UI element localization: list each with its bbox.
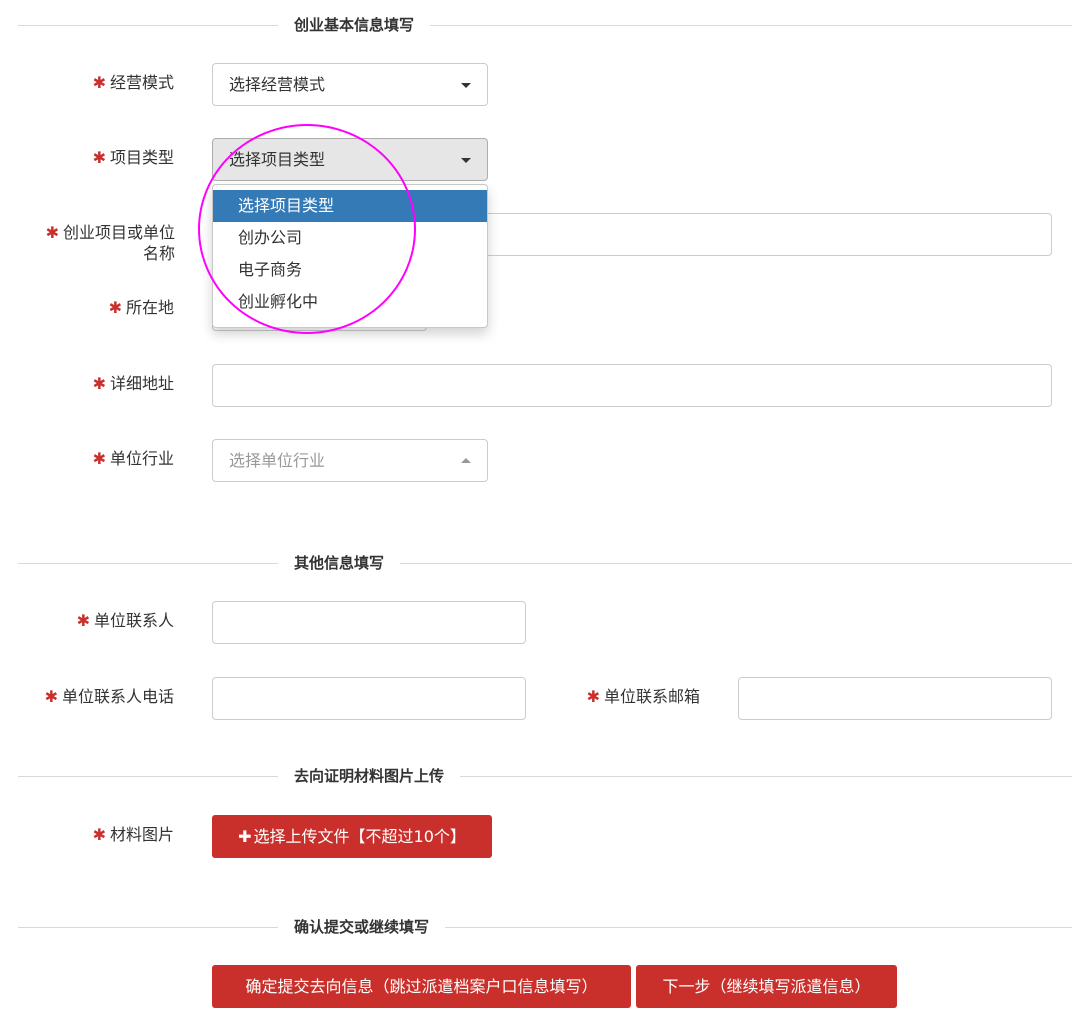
project-type-value: 选择项目类型 [229,150,326,169]
industry-placeholder: 选择单位行业 [229,451,326,470]
project-type-select[interactable]: 选择项目类型 [212,138,488,181]
plus-icon: ✚ [238,827,252,846]
required-mark: ✱ [92,148,106,167]
industry-label: ✱ 单位行业 [92,449,174,468]
business-mode-value: 选择经营模式 [229,75,326,94]
submit-skip-button[interactable]: 确定提交去向信息（跳过派遣档案户口信息填写） [212,965,631,1008]
required-mark: ✱ [76,611,90,630]
project-name-label: ✱ 创业项目或单位名称 [45,223,175,263]
required-mark: ✱ [108,298,122,317]
section-upload-divider: 去向证明材料图片上传 [18,765,1072,787]
caret-up-icon [461,458,471,463]
required-mark: ✱ [44,687,58,706]
project-type-dropdown: 选择项目类型 创办公司 电子商务 创业孵化中 [212,184,488,328]
contact-label: ✱ 单位联系人 [76,611,174,630]
business-mode-label: ✱ 经营模式 [92,73,174,92]
caret-down-icon [461,158,471,163]
required-mark: ✱ [92,374,106,393]
required-mark: ✱ [586,687,600,706]
section-title-other: 其他信息填写 [278,552,401,574]
required-mark: ✱ [92,825,106,844]
contact-email-input[interactable] [738,677,1052,720]
section-title-upload: 去向证明材料图片上传 [278,765,461,787]
contact-phone-label: ✱ 单位联系人电话 [44,687,174,706]
materials-label: ✱ 材料图片 [92,825,174,844]
caret-down-icon [461,83,471,88]
section-basic-divider: 创业基本信息填写 [18,14,1072,36]
project-type-option[interactable]: 创业孵化中 [213,286,487,318]
project-type-option[interactable]: 选择项目类型 [213,190,487,222]
required-mark: ✱ [92,449,106,468]
section-confirm-divider: 确认提交或继续填写 [18,916,1072,938]
address-label: ✱ 详细地址 [92,374,174,393]
project-type-option[interactable]: 电子商务 [213,254,487,286]
required-mark: ✱ [92,73,106,92]
upload-file-button[interactable]: ✚ 选择上传文件【不超过10个】 [212,815,492,858]
section-title-confirm: 确认提交或继续填写 [278,916,446,938]
next-step-button[interactable]: 下一步（继续填写派遣信息） [636,965,897,1008]
address-input[interactable] [212,364,1052,407]
section-title-basic: 创业基本信息填写 [278,14,431,36]
project-type-option[interactable]: 创办公司 [213,222,487,254]
business-mode-select[interactable]: 选择经营模式 [212,63,488,106]
location-label: ✱ 所在地 [108,298,174,317]
section-other-divider: 其他信息填写 [18,552,1072,574]
contact-phone-input[interactable] [212,677,526,720]
contact-email-label: ✱ 单位联系邮箱 [586,687,700,706]
contact-input[interactable] [212,601,526,644]
project-type-label: ✱ 项目类型 [92,148,174,167]
industry-select[interactable]: 选择单位行业 [212,439,488,482]
required-mark: ✱ [45,223,59,242]
